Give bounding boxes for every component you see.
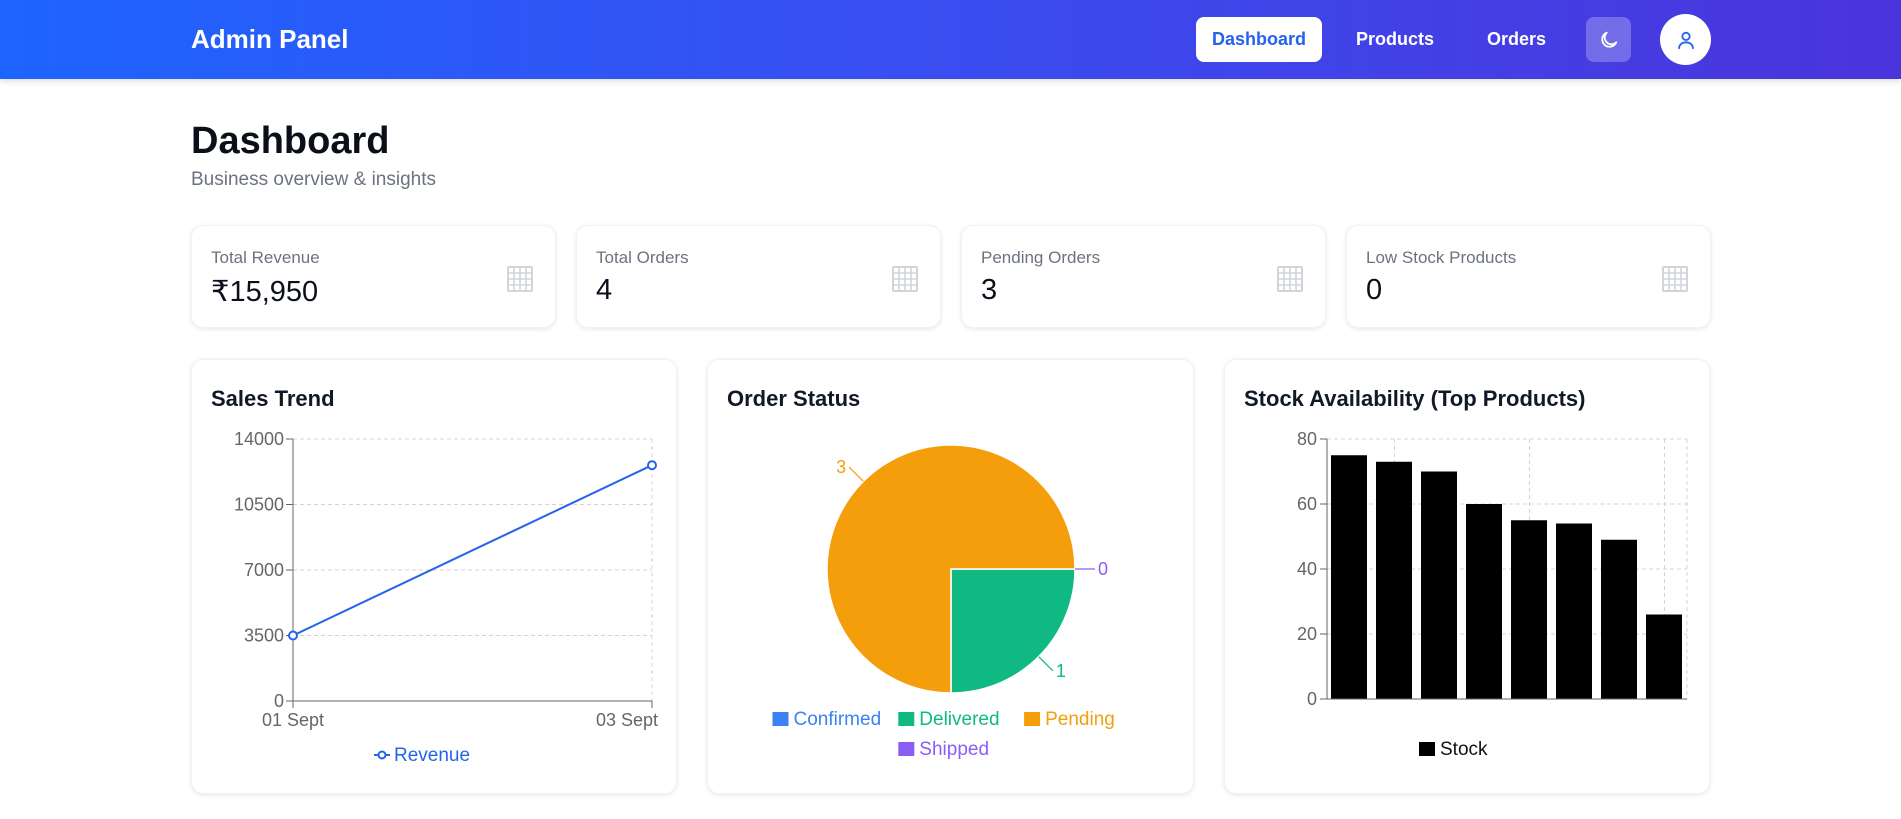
- data-point[interactable]: [288, 630, 298, 641]
- bar[interactable]: [1556, 523, 1592, 700]
- grid-icon: [892, 266, 918, 292]
- grid-icon: [1277, 266, 1303, 292]
- y-tick-label: 80: [1297, 429, 1317, 449]
- bar[interactable]: [1421, 471, 1457, 700]
- bar[interactable]: [1646, 614, 1682, 700]
- nav-orders-button[interactable]: Orders: [1471, 17, 1562, 62]
- y-tick-label: 40: [1297, 559, 1317, 579]
- y-tick-label: 7000: [244, 560, 284, 580]
- slice-label-line: [848, 466, 864, 482]
- brand-title[interactable]: Admin Panel: [191, 24, 348, 55]
- user-avatar-button[interactable]: [1660, 14, 1711, 65]
- bar[interactable]: [1466, 504, 1502, 699]
- page-subtitle: Business overview & insights: [191, 169, 436, 190]
- theme-toggle-button[interactable]: [1586, 17, 1631, 62]
- stat-card-total-orders: Total Orders 4: [576, 225, 941, 328]
- stat-card-pending-orders: Pending Orders 3: [961, 225, 1326, 328]
- stat-label: Low Stock Products: [1366, 248, 1517, 267]
- legend-row: Shipped: [898, 739, 989, 760]
- order-status-card: Order Status 1 3 0 Confirmed Delivered Pendin…: [707, 359, 1194, 794]
- legend-label[interactable]: Confirmed: [794, 709, 882, 730]
- slice-value-label: 1: [1056, 661, 1066, 681]
- legend-swatch: [898, 712, 915, 726]
- stat-label: Pending Orders: [981, 248, 1101, 267]
- user-icon: [1677, 31, 1694, 49]
- bar[interactable]: [1511, 520, 1547, 699]
- slice-value-label: 0: [1098, 559, 1108, 579]
- legend-label[interactable]: Stock: [1440, 739, 1488, 760]
- bar[interactable]: [1601, 539, 1637, 699]
- y-tick-label: 14000: [234, 429, 284, 449]
- stat-card-total-revenue: Total Revenue ₹15,950: [191, 225, 556, 328]
- series-line: [292, 464, 653, 637]
- y-tick-label: 60: [1297, 494, 1317, 514]
- stock-availability-card: Stock Availability (Top Products) 0 20 40 6…: [1224, 359, 1710, 794]
- grid-icon: [507, 266, 533, 292]
- stat-label: Total Orders: [596, 248, 689, 267]
- data-point[interactable]: [647, 460, 657, 471]
- legend-swatch: [1024, 712, 1041, 726]
- stat-value: 4: [596, 274, 613, 306]
- nav-dashboard-button[interactable]: Dashboard: [1196, 17, 1323, 62]
- grid: [293, 438, 653, 701]
- legend-marker: [377, 750, 387, 760]
- stat-card-low-stock: Low Stock Products 0: [1346, 225, 1711, 328]
- sales-trend-card: Sales Trend 0 3500 7000 10500 14000 01 Sept 03…: [191, 359, 677, 794]
- y-tick-label: 3500: [244, 626, 284, 646]
- y-tick-label: 20: [1297, 624, 1317, 644]
- stat-value: 0: [1366, 274, 1383, 306]
- x-tick-label: 03 Sept: [596, 710, 658, 730]
- slice-label-line: [1038, 656, 1054, 672]
- bar[interactable]: [1331, 455, 1367, 699]
- legend-label[interactable]: Shipped: [919, 739, 989, 760]
- legend-row: Confirmed Delivered Pending: [772, 709, 1115, 730]
- stock-availability-chart: 0 20 40 60 80 Stock: [1297, 429, 1688, 760]
- top-navbar: Admin Panel Dashboard Products Orders: [0, 0, 1901, 79]
- page-title: Dashboard: [191, 120, 390, 162]
- stat-value: ₹15,950: [211, 276, 319, 308]
- legend-label[interactable]: Revenue: [394, 745, 470, 766]
- y-tick-label: 0: [1307, 689, 1317, 709]
- y-tick-label: 0: [274, 691, 284, 711]
- x-tick-label: 01 Sept: [262, 710, 324, 730]
- legend-label[interactable]: Delivered: [919, 709, 999, 730]
- legend-swatch: [772, 712, 789, 726]
- legend-label[interactable]: Pending: [1045, 709, 1115, 730]
- order-status-chart: 1 3 0 Confirmed Delivered Pending Shipped: [772, 444, 1115, 760]
- grid-icon: [1662, 266, 1688, 292]
- stat-label: Total Revenue: [211, 248, 320, 267]
- nav-products-button[interactable]: Products: [1340, 17, 1450, 62]
- moon-icon: [1600, 31, 1617, 48]
- slice-value-label: 3: [836, 457, 846, 477]
- sales-trend-chart: 0 3500 7000 10500 14000 01 Sept 03 Sept Revenue: [234, 429, 658, 766]
- y-tick-label: 10500: [234, 495, 284, 515]
- legend-swatch: [898, 742, 915, 756]
- legend-swatch: [1419, 742, 1435, 756]
- stat-value: 3: [981, 274, 998, 306]
- bar[interactable]: [1376, 461, 1412, 699]
